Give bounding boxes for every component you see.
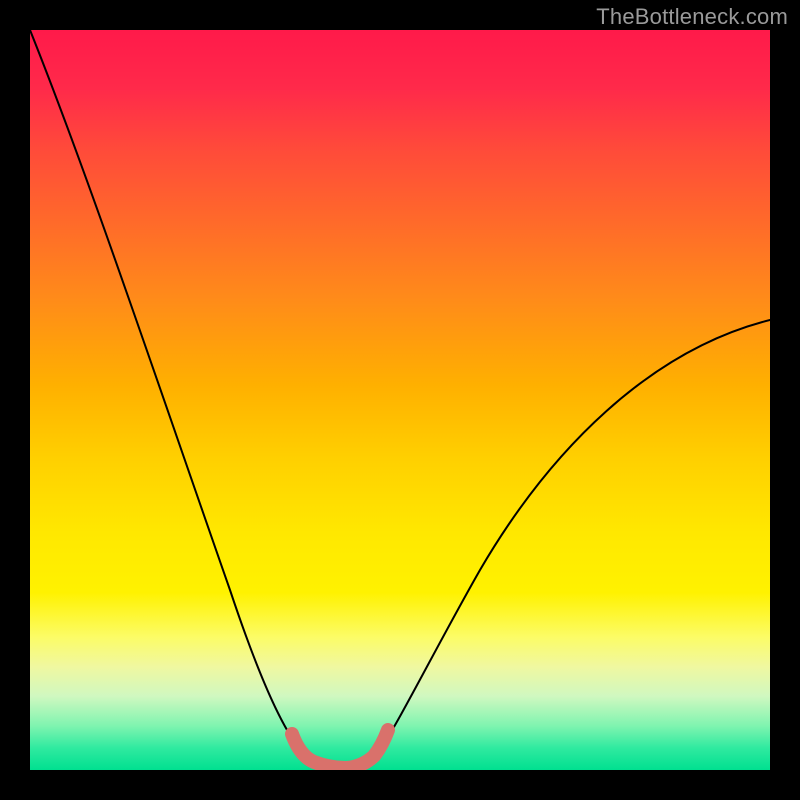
watermark-text: TheBottleneck.com [596,4,788,30]
highlight-zone [292,730,388,768]
chart-frame: TheBottleneck.com [0,0,800,800]
bottleneck-curve-svg [30,30,770,770]
curve-path [30,30,770,768]
plot-area [30,30,770,770]
